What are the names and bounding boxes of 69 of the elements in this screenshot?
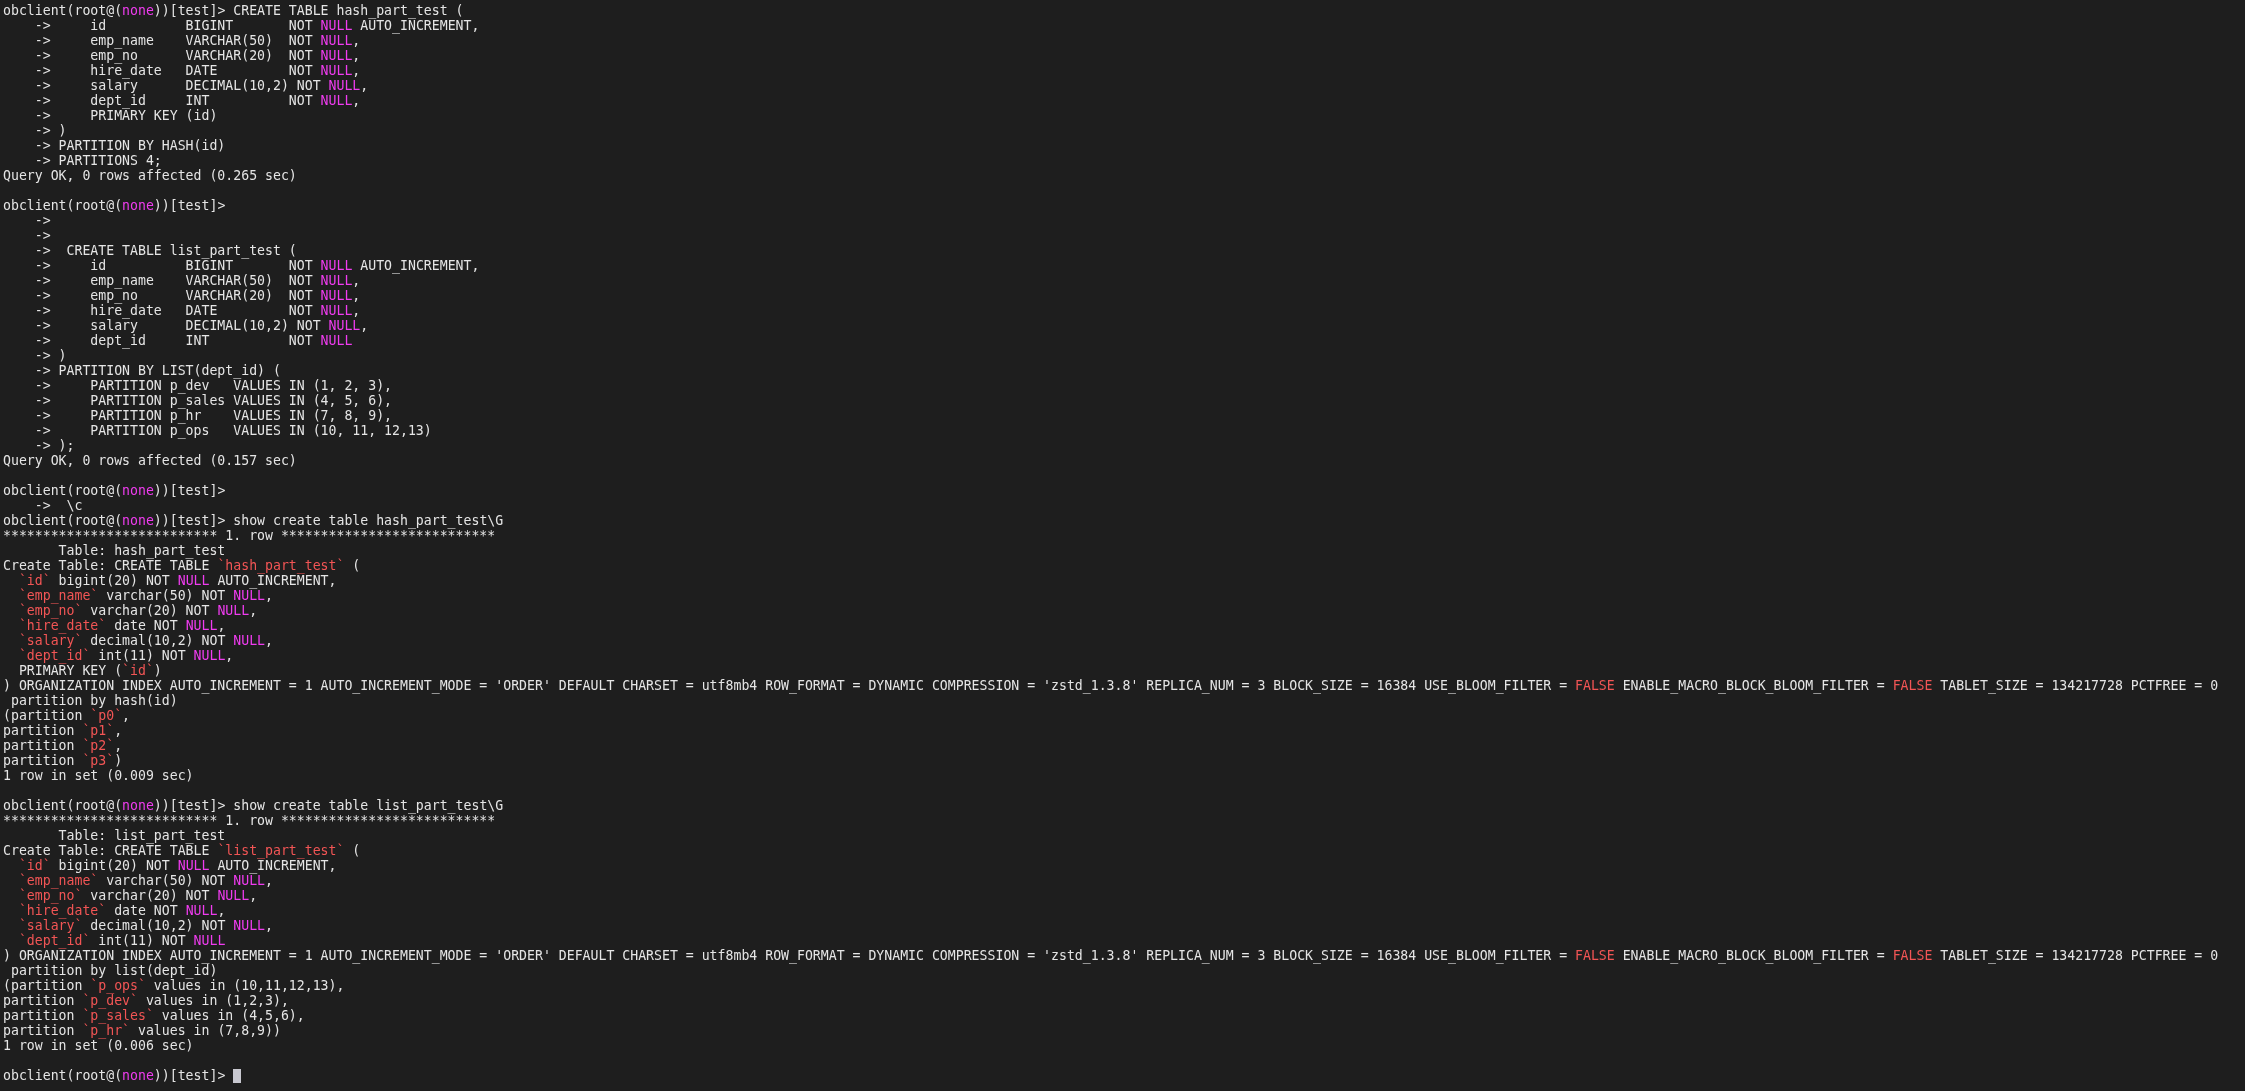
- terminal-line: partition `p1`,: [3, 723, 123, 738]
- terminal-line: `emp_name` varchar(50) NOT NULL,: [17, 873, 273, 888]
- terminal-line: 1 row in set (0.006 sec): [3, 1038, 194, 1053]
- terminal-line: Create Table: CREATE TABLE `hash_part_test` (: [3, 558, 361, 573]
- terminal-line: -> PARTITION p_sales VALUES IN (4, 5, 6),: [33, 393, 393, 408]
- terminal-line: -> salary DECIMAL(10,2) NOT NULL,: [33, 78, 369, 93]
- terminal-line: obclient(root@(none))[test]>: [3, 483, 226, 498]
- terminal-line: -> PARTITION p_ops VALUES IN (10, 11, 12,13): [33, 423, 432, 438]
- terminal-line: `hire_date` date NOT NULL,: [17, 903, 226, 918]
- terminal-line: -> ): [33, 348, 67, 363]
- terminal-line: `dept_id` int(11) NOT NULL,: [17, 648, 234, 663]
- terminal-line: Query OK, 0 rows affected (0.157 sec): [3, 453, 297, 468]
- terminal-line: partition `p3`): [3, 753, 123, 768]
- terminal-line: -> PARTITION BY LIST(dept_id) (: [33, 363, 281, 378]
- terminal-line: ->: [33, 228, 51, 243]
- terminal-line: -> emp_no VARCHAR(20) NOT NULL,: [33, 48, 361, 63]
- terminal-line: -> hire_date DATE NOT NULL,: [33, 63, 361, 78]
- terminal-line: Table: hash_part_test: [57, 543, 226, 558]
- terminal-line: PRIMARY KEY (`id`): [17, 663, 162, 678]
- terminal-line: partition `p_sales` values in (4,5,6),: [3, 1008, 305, 1023]
- terminal-line: -> id BIGINT NOT NULL AUTO_INCREMENT,: [33, 258, 480, 273]
- terminal-line: -> PARTITION p_hr VALUES IN (7, 8, 9),: [33, 408, 393, 423]
- terminal-line: -> emp_name VARCHAR(50) NOT NULL,: [33, 273, 361, 288]
- terminal-line: obclient(root@(none))[test]> show create table list_part_test\G: [3, 798, 504, 813]
- terminal-line: -> id BIGINT NOT NULL AUTO_INCREMENT,: [33, 18, 480, 33]
- terminal-line: `salary` decimal(10,2) NOT NULL,: [17, 633, 273, 648]
- terminal-line: Query OK, 0 rows affected (0.265 sec): [3, 168, 297, 183]
- terminal-line: -> hire_date DATE NOT NULL,: [33, 303, 361, 318]
- terminal-line: (partition `p_ops` values in (10,11,12,13),: [3, 978, 345, 993]
- terminal-line: obclient(root@(none))[test]> show create table hash_part_test\G: [3, 513, 504, 528]
- text-cursor: [233, 1068, 242, 1083]
- terminal-line: obclient(root@(none))[test]> CREATE TABLE hash_part_test (: [3, 3, 464, 18]
- terminal-line: *************************** 1. row ***************************: [3, 813, 496, 828]
- terminal-line: `hire_date` date NOT NULL,: [17, 618, 226, 633]
- terminal-line: 1 row in set (0.009 sec): [3, 768, 194, 783]
- terminal-line: partition by list(dept_id): [10, 963, 218, 978]
- terminal-line: ) ORGANIZATION INDEX AUTO_INCREMENT = 1 AUTO_INCREMENT_MODE = 'ORDER' DEFAULT CHARSET = utf8mb4 ROW_FORMAT = DYNAMIC COMPRESSION = 'zstd_1.3.8' REPLICA_NUM = 3 BLOCK_SIZE = 16384 USE_BLOOM_FILTER = FALSE ENABLE_MACRO_BLOCK_BLOOM_FILTER = FALSE TABLET_SIZE = 134217728 PCTFREE = 0: [3, 948, 2219, 963]
- terminal-line: -> emp_no VARCHAR(20) NOT NULL,: [33, 288, 361, 303]
- terminal-line: -> PARTITION p_dev VALUES IN (1, 2, 3),: [33, 378, 393, 393]
- terminal-line: -> PARTITION BY HASH(id): [33, 138, 226, 153]
- terminal-line: -> dept_id INT NOT NULL,: [33, 93, 361, 108]
- terminal-line: Table: list_part_test: [57, 828, 226, 843]
- terminal-line: partition by hash(id): [9, 693, 178, 708]
- terminal-line: -> \c: [33, 498, 83, 513]
- terminal-line: ) ORGANIZATION INDEX AUTO_INCREMENT = 1 AUTO_INCREMENT_MODE = 'ORDER' DEFAULT CHARSET = utf8mb4 ROW_FORMAT = DYNAMIC COMPRESSION = 'zstd_1.3.8' REPLICA_NUM = 3 BLOCK_SIZE = 16384 USE_BLOOM_FILTER = FALSE ENABLE_MACRO_BLOCK_BLOOM_FILTER = FALSE TABLET_SIZE = 134217728 PCTFREE = 0: [3, 678, 2219, 693]
- terminal-line: -> ): [33, 123, 67, 138]
- terminal-line: -> CREATE TABLE list_part_test (: [33, 243, 297, 258]
- terminal-line: (partition `p0`,: [3, 708, 131, 723]
- terminal-line: `emp_no` varchar(20) NOT NULL,: [17, 888, 258, 903]
- terminal-line: partition `p_dev` values in (1,2,3),: [3, 993, 289, 1008]
- terminal-line: `dept_id` int(11) NOT NULL: [17, 933, 226, 948]
- terminal-line: obclient(root@(none))[test]>: [3, 198, 226, 213]
- terminal-line: -> PARTITIONS 4;: [33, 153, 162, 168]
- terminal-line: partition `p_hr` values in (7,8,9)): [3, 1023, 281, 1038]
- terminal-line: ->: [33, 213, 51, 228]
- terminal-line: *************************** 1. row ***************************: [3, 528, 496, 543]
- terminal-line: -> );: [33, 438, 75, 453]
- terminal-line: Create Table: CREATE TABLE `list_part_test` (: [3, 843, 361, 858]
- terminal-line: `emp_name` varchar(50) NOT NULL,: [17, 588, 273, 603]
- terminal-line: -> salary DECIMAL(10,2) NOT NULL,: [33, 318, 369, 333]
- terminal-line: -> dept_id INT NOT NULL: [33, 333, 353, 348]
- terminal-line: -> PRIMARY KEY (id): [33, 108, 218, 123]
- terminal-line: `emp_no` varchar(20) NOT NULL,: [17, 603, 258, 618]
- terminal-line: `id` bigint(20) NOT NULL AUTO_INCREMENT,: [17, 858, 337, 873]
- terminal-line: `id` bigint(20) NOT NULL AUTO_INCREMENT,: [17, 573, 337, 588]
- terminal-line: `salary` decimal(10,2) NOT NULL,: [17, 918, 273, 933]
- terminal-line: partition `p2`,: [3, 738, 123, 753]
- command-prompt: obclient(root@(none))[test]>: [3, 1068, 227, 1083]
- terminal-line: -> emp_name VARCHAR(50) NOT NULL,: [33, 33, 361, 48]
